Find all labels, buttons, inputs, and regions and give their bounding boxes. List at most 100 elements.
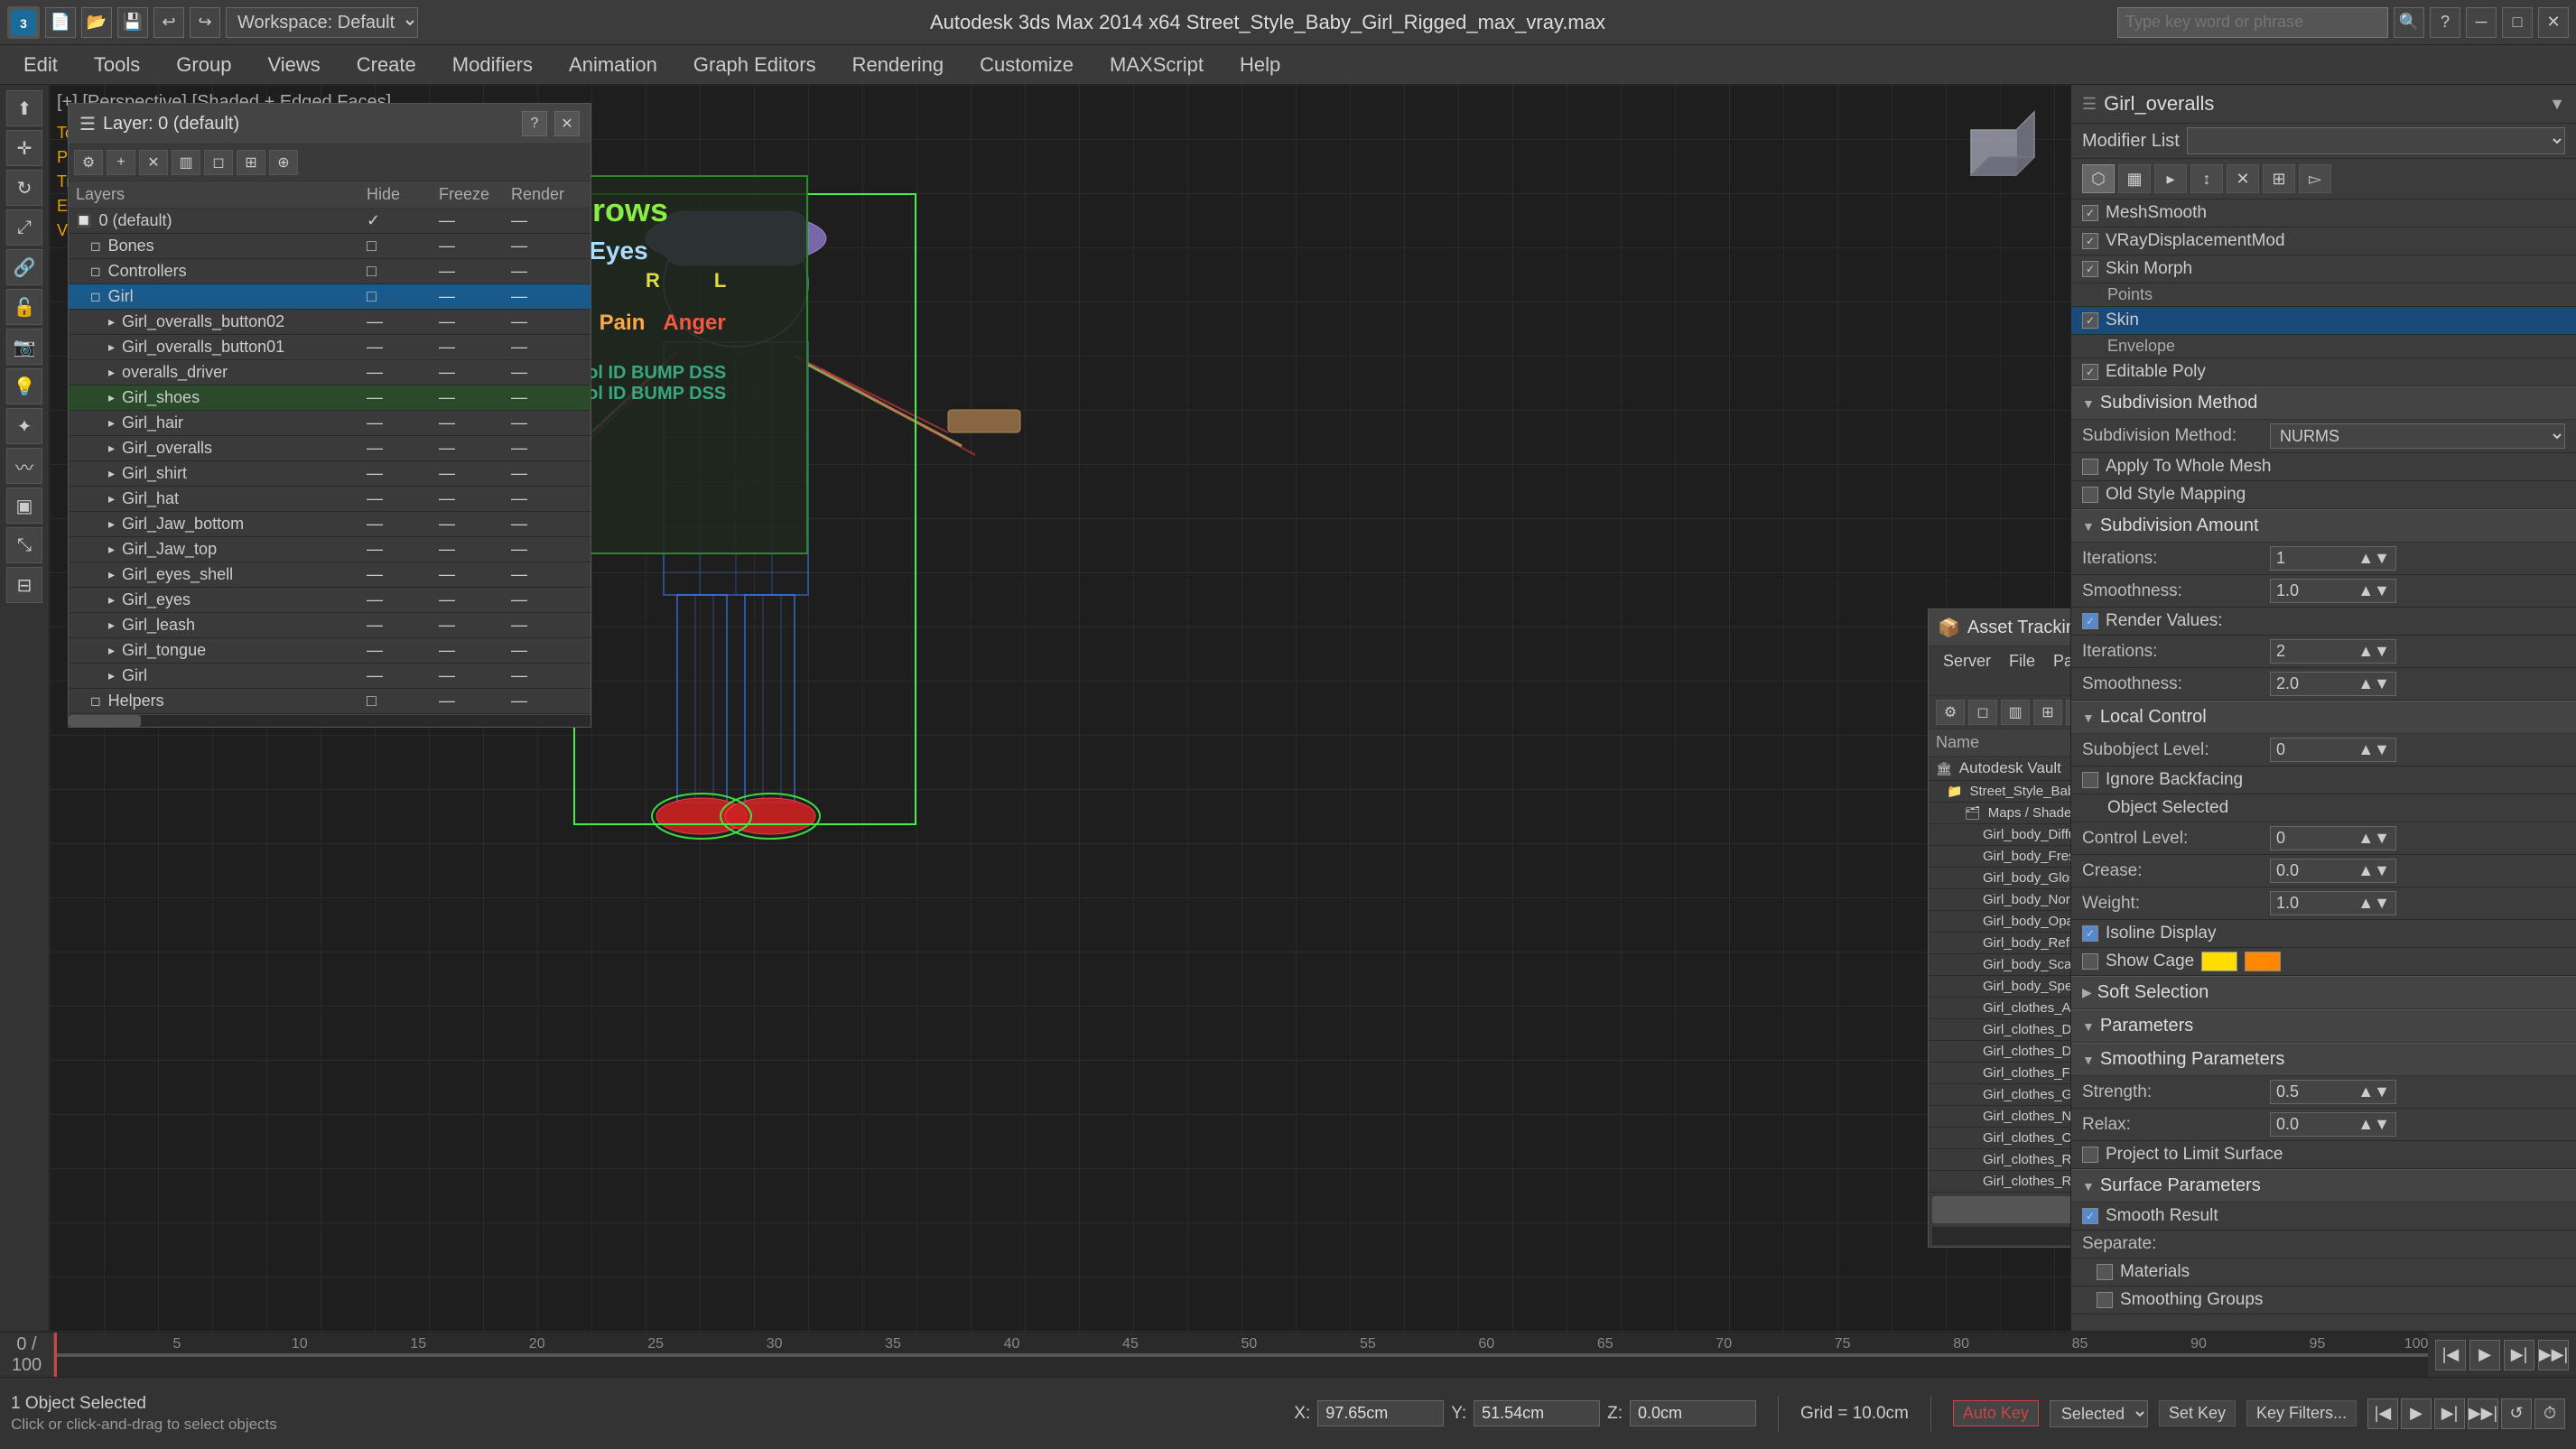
sel-filter-tool[interactable]: ▣: [6, 488, 42, 524]
layer-row-girl-hat[interactable]: ▸Girl_hat ———: [69, 487, 591, 512]
menu-tools[interactable]: Tools: [78, 48, 156, 82]
render-smoothness-spinner[interactable]: 2.0▲▼: [2270, 672, 2396, 696]
show-cage-row[interactable]: Show Cage: [2071, 948, 2576, 976]
light-tool[interactable]: 💡: [6, 368, 42, 404]
strength-spinner[interactable]: 0.5▲▼: [2270, 1080, 2396, 1104]
status-last-btn[interactable]: ▶▶|: [2468, 1398, 2498, 1429]
mod-toolbar-btn4[interactable]: ↕: [2190, 164, 2223, 193]
menu-customize[interactable]: Customize: [963, 48, 1090, 82]
layer-row-girl-shoes[interactable]: ▸Girl_shoes ———: [69, 385, 591, 411]
menu-graph-editors[interactable]: Graph Editors: [677, 48, 832, 82]
modifier-points[interactable]: Points: [2071, 283, 2576, 307]
mod-toolbar-btn7[interactable]: ▻: [2299, 164, 2331, 193]
cage-color-swatch2[interactable]: [2245, 952, 2281, 971]
mirror-tool[interactable]: ⤡: [6, 527, 42, 563]
apply-whole-mesh-checkbox[interactable]: [2082, 459, 2098, 475]
smoothness-spinner[interactable]: 1.0▲▼: [2270, 579, 2396, 603]
layers-help-btn[interactable]: ?: [522, 111, 547, 136]
old-style-mapping-checkbox[interactable]: [2082, 487, 2098, 503]
section-parameters[interactable]: ▼ Parameters: [2071, 1009, 2576, 1043]
prev-frame-btn[interactable]: |◀: [2435, 1340, 2466, 1370]
workspace-dropdown[interactable]: Workspace: Default: [226, 7, 418, 38]
timeline-playhead[interactable]: [54, 1333, 57, 1377]
set-key-btn[interactable]: Set Key: [2159, 1400, 2236, 1426]
asset-row-file[interactable]: 📁Street_Style_Baby_Girl_Rigged_max_v... …: [1929, 781, 2070, 803]
ignore-backfacing-row[interactable]: Ignore Backfacing: [2071, 766, 2576, 794]
camera-tool[interactable]: 📷: [6, 329, 42, 365]
auto-key-btn[interactable]: Auto Key: [1953, 1400, 2039, 1426]
status-next-btn[interactable]: ▶|: [2434, 1398, 2465, 1429]
asset-scrollbar2[interactable]: [1932, 1227, 2070, 1245]
subdivision-method-dropdown[interactable]: NURMS: [2270, 423, 2565, 449]
ignore-backfacing-checkbox[interactable]: [2082, 772, 2098, 788]
mod-toolbar-btn2[interactable]: ▦: [2118, 164, 2151, 193]
menu-modifiers[interactable]: Modifiers: [436, 48, 549, 82]
layer-row-girl-jaw-bottom[interactable]: ▸Girl_Jaw_bottom ———: [69, 512, 591, 537]
materials-row[interactable]: Materials: [2071, 1259, 2576, 1286]
asset-row-map-16[interactable]: Girl_clothes_Refraction.png Found: [1929, 1171, 2070, 1193]
last-frame-btn[interactable]: ▶▶|: [2538, 1340, 2569, 1370]
asset-row-map-3[interactable]: Girl_body_Normal.png Found: [1929, 889, 2070, 911]
asset-row-map-5[interactable]: Girl_body_Refraction.png Found: [1929, 933, 2070, 954]
status-loop-btn[interactable]: ↺: [2501, 1398, 2532, 1429]
asset-row-map-12[interactable]: Girl_clothes_Glossiness.png Found: [1929, 1084, 2070, 1106]
layer-row-girl-shirt[interactable]: ▸Girl_shirt ———: [69, 461, 591, 487]
y-value[interactable]: 51.54cm: [1474, 1400, 1600, 1426]
subobj-level-spinner[interactable]: 0▲▼: [2270, 738, 2396, 762]
unlink-tool[interactable]: 🔓: [6, 289, 42, 325]
menu-create[interactable]: Create: [340, 48, 432, 82]
layers-new-btn[interactable]: +: [107, 150, 135, 175]
rotate-tool[interactable]: ↻: [6, 170, 42, 206]
modifier-meshsmooth[interactable]: ✓ MeshSmooth: [2071, 200, 2576, 228]
smoothing-groups-row[interactable]: Smoothing Groups: [2071, 1286, 2576, 1314]
asset-row-map-11[interactable]: Girl_clothes_Fresnel.png Found: [1929, 1063, 2070, 1084]
smoothing-groups-checkbox[interactable]: [2097, 1292, 2113, 1308]
asset-row-map-6[interactable]: Girl_body_Scatter_radius.png Found: [1929, 954, 2070, 976]
menu-edit[interactable]: Edit: [7, 48, 74, 82]
menu-help[interactable]: Help: [1223, 48, 1297, 82]
close-btn[interactable]: ✕: [2538, 7, 2569, 38]
iterations-spinner[interactable]: 1▲▼: [2270, 546, 2396, 571]
asset-row-map-2[interactable]: Girl_body_Glossiness.png Found: [1929, 868, 2070, 889]
status-play-btn[interactable]: ▶: [2401, 1398, 2432, 1429]
asset-btn4[interactable]: ⊞: [2033, 700, 2062, 725]
layer-row-girl-hair[interactable]: ▸Girl_hair ———: [69, 411, 591, 436]
redo-btn[interactable]: ↪: [190, 7, 220, 38]
asset-row-vault[interactable]: 🏛Autodesk Vault Logged Out: [1929, 757, 2070, 781]
asset-scrollbar-h[interactable]: [1932, 1196, 2070, 1223]
asset-btn2[interactable]: ◻: [1968, 700, 1997, 725]
layer-row-bones[interactable]: ◻Bones □——: [69, 234, 591, 259]
asset-row-map-1[interactable]: Girl_body_Fresnel.png Found: [1929, 846, 2070, 868]
select-tool[interactable]: ⬆: [6, 90, 42, 126]
open-btn[interactable]: 📂: [81, 7, 112, 38]
section-subdivision-amount[interactable]: ▼ Subdivision Amount: [2071, 509, 2576, 543]
asset-btn5[interactable]: ▦: [2066, 700, 2070, 725]
project-limit-row[interactable]: Project to Limit Surface: [2071, 1141, 2576, 1169]
asset-btn3[interactable]: ▥: [2001, 700, 2030, 725]
layer-row-girl-leash[interactable]: ▸Girl_leash ———: [69, 613, 591, 638]
render-values-checkbox[interactable]: ✓: [2082, 613, 2098, 629]
control-level-spinner[interactable]: 0▲▼: [2270, 826, 2396, 850]
section-smoothing-params[interactable]: ▼ Smoothing Parameters: [2071, 1043, 2576, 1076]
modifier-envelope[interactable]: Envelope: [2071, 335, 2576, 358]
align-tool[interactable]: ⊟: [6, 567, 42, 603]
mod-toolbar-btn5[interactable]: ✕: [2227, 164, 2259, 193]
weight-spinner[interactable]: 1.0▲▼: [2270, 891, 2396, 915]
materials-checkbox[interactable]: [2097, 1264, 2113, 1280]
layer-row-girl-overalls-btn02[interactable]: ▸Girl_overalls_button02 ———: [69, 310, 591, 335]
render-iterations-spinner[interactable]: 2▲▼: [2270, 639, 2396, 664]
mod-vraydisplace-checkbox[interactable]: ✓: [2082, 233, 2098, 249]
menu-maxscript[interactable]: MAXScript: [1093, 48, 1220, 82]
isoline-display-checkbox[interactable]: ✓: [2082, 925, 2098, 942]
helper-tool[interactable]: ✦: [6, 408, 42, 444]
selected-dropdown[interactable]: Selected: [2050, 1400, 2148, 1427]
layer-row-overalls-driver[interactable]: ▸overalls_driver ———: [69, 360, 591, 385]
orientation-gizmo[interactable]: [1944, 103, 2052, 211]
layer-row-helpers[interactable]: ◻Helpers □——: [69, 689, 591, 714]
new-btn[interactable]: 📄: [45, 7, 76, 38]
layers-delete-btn[interactable]: ✕: [139, 150, 168, 175]
section-soft-selection[interactable]: ▶ Soft Selection: [2071, 976, 2576, 1009]
mod-meshsmooth-checkbox[interactable]: ✓: [2082, 205, 2098, 221]
section-surface-params[interactable]: ▼ Surface Parameters: [2071, 1169, 2576, 1203]
asset-menu-server[interactable]: Server: [1936, 650, 1998, 692]
